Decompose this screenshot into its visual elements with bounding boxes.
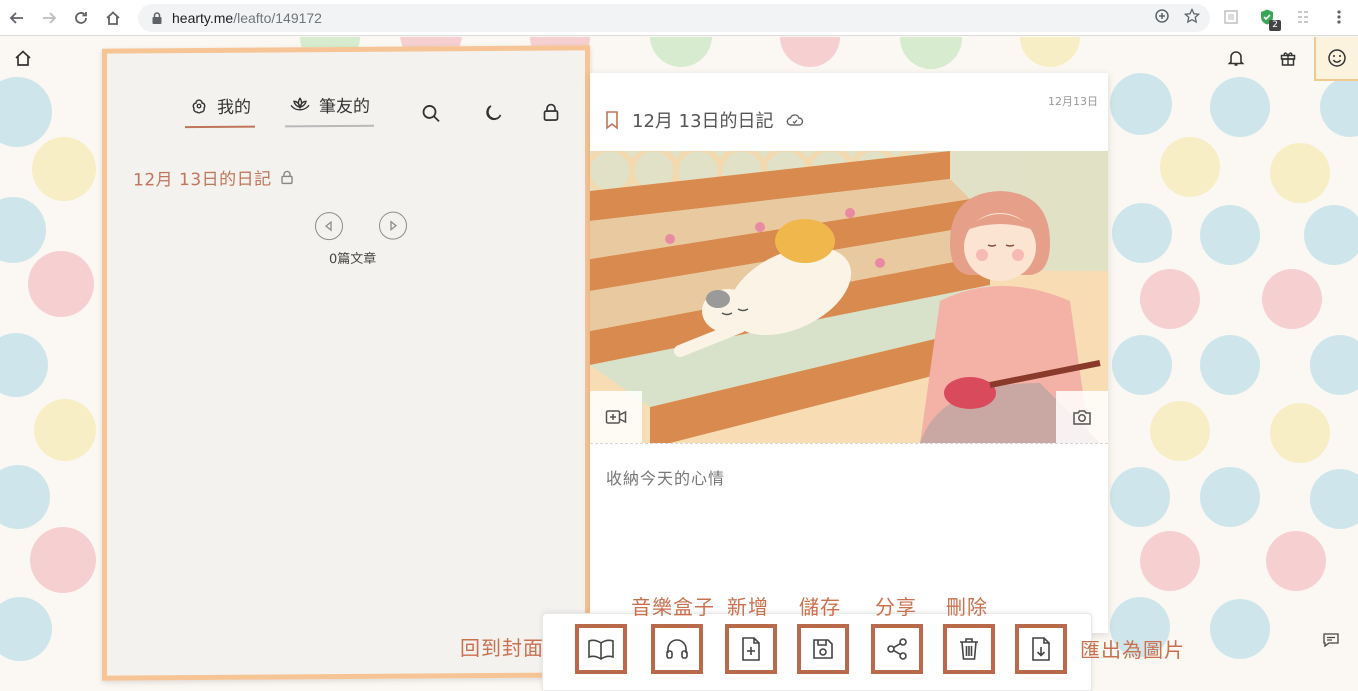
extension-puzzle-icon[interactable] xyxy=(1292,6,1314,28)
next-page-button[interactable] xyxy=(379,211,407,240)
label-music-box: 音樂盒子 xyxy=(631,595,715,619)
bookmark-icon[interactable] xyxy=(604,110,620,130)
url-text: hearty.me/leafto/149172 xyxy=(172,10,322,26)
video-plus-icon xyxy=(605,410,627,424)
address-bar[interactable]: hearty.me/leafto/149172 xyxy=(138,4,1210,32)
home-icon[interactable] xyxy=(10,45,36,71)
add-entry-button[interactable] xyxy=(725,624,777,674)
label-share: 分享 xyxy=(875,595,917,619)
mood-textarea[interactable]: 收納今天的心情 xyxy=(606,465,725,489)
small-lock-icon xyxy=(280,170,293,184)
forward-arrow-icon[interactable] xyxy=(34,3,64,33)
share-button[interactable] xyxy=(871,624,923,674)
label-add: 新增 xyxy=(727,595,769,619)
tab-penpals[interactable]: 筆友的 xyxy=(285,91,374,128)
lock-icon[interactable] xyxy=(539,100,563,124)
browser-toolbar: hearty.me/leafto/149172 2 xyxy=(0,0,1358,36)
label-back-to-cover: 回到封面 xyxy=(460,636,544,660)
triangle-left-icon xyxy=(324,220,332,232)
change-photo-button[interactable] xyxy=(1056,391,1108,443)
delete-button[interactable] xyxy=(943,624,995,674)
add-video-button[interactable] xyxy=(590,391,642,443)
tab-penpals-label: 筆友的 xyxy=(319,96,370,118)
file-plus-icon xyxy=(742,637,760,661)
cover-illustration xyxy=(590,151,1108,443)
extension-shield-icon[interactable]: 2 xyxy=(1256,6,1281,31)
extension-badge: 2 xyxy=(1269,20,1281,31)
home-icon[interactable] xyxy=(98,3,128,33)
extension-frame-icon[interactable] xyxy=(1220,6,1242,28)
camera-icon xyxy=(1073,410,1091,425)
bell-icon[interactable] xyxy=(1223,45,1249,71)
editor-toolbar xyxy=(542,613,1092,691)
music-box-button[interactable] xyxy=(651,624,703,674)
book-open-icon xyxy=(588,639,614,660)
search-icon[interactable] xyxy=(419,101,443,125)
reload-icon[interactable] xyxy=(66,3,96,33)
flower-icon xyxy=(192,98,206,113)
cloud-sync-icon xyxy=(786,114,803,126)
triangle-right-icon xyxy=(390,220,398,232)
entry-date: 12月13日 xyxy=(1048,95,1098,108)
article-count: 0篇文章 xyxy=(329,251,377,268)
smile-icon xyxy=(1328,49,1346,67)
tab-mine-label: 我的 xyxy=(217,97,251,118)
browser-menu-icon[interactable] xyxy=(1328,6,1350,28)
diary-editor-page: 12月13日 12月 13日的日記 收納今天的心情 xyxy=(590,73,1108,633)
diary-tabs: 我的 筆友的 xyxy=(185,91,404,129)
back-arrow-icon[interactable] xyxy=(2,3,32,33)
diary-list-page: 我的 筆友的 12月 13日的日記 0篇文章 xyxy=(102,45,590,681)
page-content: 我的 筆友的 12月 13日的日記 0篇文章 12月13日 12月 13日的日記… xyxy=(0,37,1358,691)
content-divider xyxy=(590,443,1108,444)
share-icon xyxy=(887,638,907,660)
diary-pager xyxy=(315,211,407,241)
profile-button[interactable] xyxy=(1314,37,1358,81)
entry-header: 12月 13日的日記 xyxy=(604,107,804,133)
bookmark-star-icon[interactable] xyxy=(1184,8,1200,24)
diary-entry-title-text: 12月 13日的日記 xyxy=(133,169,272,191)
entry-title[interactable]: 12月 13日的日記 xyxy=(632,107,774,133)
lock-icon xyxy=(152,12,162,24)
tab-mine[interactable]: 我的 xyxy=(185,92,255,129)
export-image-button[interactable] xyxy=(1015,624,1067,674)
lotus-icon xyxy=(290,96,310,111)
label-save: 儲存 xyxy=(799,595,841,619)
moon-icon[interactable] xyxy=(481,101,505,125)
label-export-image: 匯出為圖片 xyxy=(1080,638,1185,662)
back-to-cover-button[interactable] xyxy=(575,624,627,674)
label-delete: 刪除 xyxy=(946,595,988,619)
headphones-icon xyxy=(666,639,688,659)
gift-icon[interactable] xyxy=(1275,45,1301,71)
diary-entry-title[interactable]: 12月 13日的日記 xyxy=(133,164,294,190)
trash-icon xyxy=(960,638,978,660)
floppy-disk-icon xyxy=(813,639,833,659)
prev-page-button[interactable] xyxy=(315,212,343,241)
save-button[interactable] xyxy=(789,620,859,690)
file-download-icon xyxy=(1032,637,1050,661)
zoom-plus-icon[interactable] xyxy=(1154,8,1170,24)
feedback-chat-icon[interactable] xyxy=(1322,631,1340,649)
